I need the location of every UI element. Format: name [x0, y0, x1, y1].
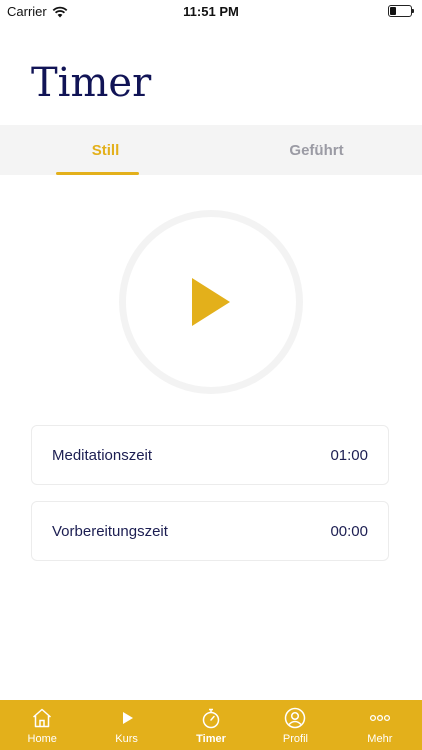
nav-home-label: Home — [27, 733, 57, 745]
meditation-time-label: Meditationszeit — [52, 446, 153, 464]
status-time: 11:51 PM — [183, 4, 239, 19]
nav-timer[interactable]: Timer — [169, 700, 253, 750]
tab-still-label: Still — [91, 141, 120, 159]
play-icon — [122, 712, 133, 724]
nav-home[interactable]: Home — [0, 700, 84, 750]
tab-gefuehrt-label: Geführt — [289, 141, 344, 159]
preparation-time-value: 00:00 — [330, 522, 368, 540]
profile-icon — [285, 707, 306, 729]
play-icon — [192, 278, 230, 326]
meditation-time-row[interactable]: Meditationszeit 01:00 — [31, 425, 389, 485]
tab-gefuehrt[interactable]: Geführt — [211, 125, 422, 175]
nav-profil-label: Profil — [282, 733, 308, 745]
nav-timer-label: Timer — [196, 733, 226, 745]
more-icon — [369, 714, 390, 722]
status-bar: Carrier 11:51 PM — [0, 0, 422, 22]
bottom-nav: Home Kurs Timer Profil Mehr — [0, 700, 422, 750]
play-button[interactable] — [119, 210, 303, 394]
nav-profil[interactable]: Profil — [253, 700, 337, 750]
meditation-time-value: 01:00 — [330, 446, 368, 464]
page-title: Timer — [31, 60, 152, 106]
battery-icon — [388, 5, 414, 17]
preparation-time-row[interactable]: Vorbereitungszeit 00:00 — [31, 501, 389, 561]
nav-kurs[interactable]: Kurs — [84, 700, 168, 750]
stopwatch-icon — [202, 708, 220, 729]
nav-mehr[interactable]: Mehr — [338, 700, 422, 750]
segment-tabs: Still Geführt — [0, 125, 422, 175]
preparation-time-label: Vorbereitungszeit — [52, 522, 168, 540]
nav-kurs-label: Kurs — [115, 733, 138, 745]
tab-still[interactable]: Still — [0, 125, 211, 175]
home-icon — [33, 708, 52, 728]
nav-mehr-label: Mehr — [367, 733, 393, 745]
